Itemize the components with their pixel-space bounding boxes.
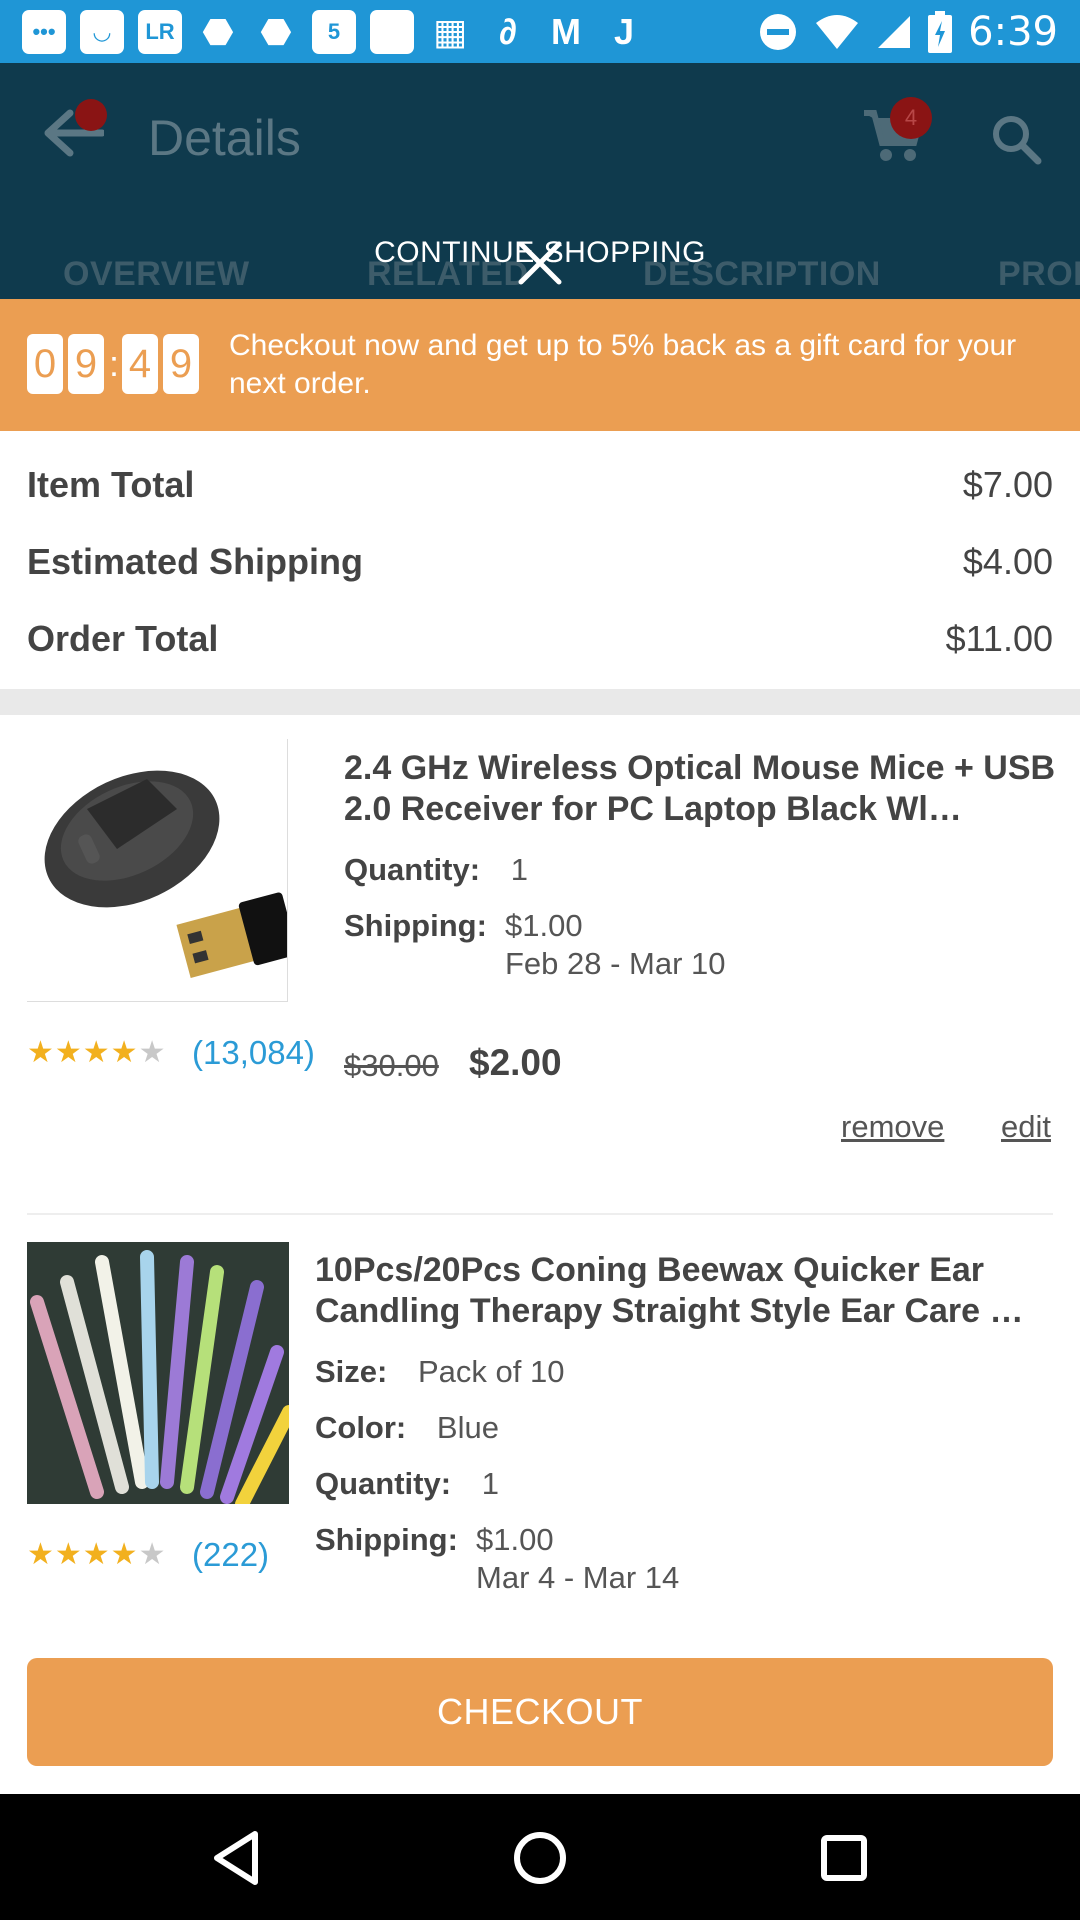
timer-digit: 0 xyxy=(27,334,63,394)
nav-back-icon[interactable] xyxy=(205,1826,269,1890)
shipping-dates: Feb 28 - Mar 10 xyxy=(505,946,726,981)
promo-text: Checkout now and get up to 5% back as a … xyxy=(229,329,1017,400)
quantity-label: Quantity: xyxy=(344,852,481,887)
shipping-dates: Mar 4 - Mar 14 xyxy=(476,1560,680,1595)
rating-stars: ★★★★★ xyxy=(27,1036,167,1069)
summary-label: Item Total xyxy=(27,464,195,505)
color-row: Color: Blue xyxy=(315,1410,499,1446)
do-not-disturb-icon xyxy=(760,13,797,50)
timer-digit: 4 xyxy=(122,334,158,394)
size-value: Pack of 10 xyxy=(417,1354,565,1389)
sale-price: $2.00 xyxy=(469,1042,562,1083)
summary-label: Order Total xyxy=(27,618,219,659)
summary-value: $11.00 xyxy=(945,618,1053,659)
timer-digit: 9 xyxy=(68,334,104,394)
summary-value: $7.00 xyxy=(962,464,1053,505)
quantity-label: Quantity: xyxy=(315,1466,452,1501)
original-price: $30.00 xyxy=(344,1048,439,1083)
nav-recents-icon[interactable] xyxy=(812,1826,876,1890)
promo-banner: 0 9 : 4 9 Checkout now and get up to 5% … xyxy=(0,299,1080,431)
product-image-ear-candles[interactable] xyxy=(27,1242,289,1504)
product-title[interactable]: 10Pcs/20Pcs Coning Beewax Quicker Ear Ca… xyxy=(315,1250,1056,1332)
edit-button[interactable]: edit xyxy=(1001,1109,1051,1145)
nav-home-icon[interactable] xyxy=(508,1826,572,1890)
shipping-row: Shipping: xyxy=(315,1522,458,1558)
summary-label: Estimated Shipping xyxy=(27,541,364,582)
size-row: Size: Pack of 10 xyxy=(315,1354,564,1390)
rating-stars: ★★★★★ xyxy=(27,1538,167,1571)
checkout-button[interactable]: CHECKOUT xyxy=(27,1658,1053,1766)
timer-digit: 9 xyxy=(163,334,199,394)
shipping-label: Shipping: xyxy=(344,908,487,943)
wifi-icon xyxy=(816,14,859,49)
more-notifications-icon: ••• xyxy=(22,9,66,54)
system-nav-bar xyxy=(0,1794,1080,1920)
status-bar: ••• ◡ LR ⬣ ⬣ 5 ▦ ∂ M J 6:39 xyxy=(0,0,1080,63)
drive-icon-2: ⬣ xyxy=(260,10,292,52)
link-app-icon: ∂ xyxy=(499,10,517,52)
drive-icon: ⬣ xyxy=(202,10,234,52)
battery-icon xyxy=(928,10,953,53)
blank-app-icon xyxy=(370,9,414,54)
signal-icon xyxy=(878,15,911,48)
color-value: Blue xyxy=(436,1410,499,1445)
mouse-image-icon xyxy=(44,770,287,978)
lr-app-icon: LR xyxy=(138,9,182,54)
shipping-row: Shipping: xyxy=(344,908,487,944)
j-app-icon: J xyxy=(613,10,635,52)
product-image-mouse[interactable] xyxy=(27,739,288,1002)
search-icon[interactable] xyxy=(990,113,1042,165)
grid-app-icon: ▦ xyxy=(432,10,467,52)
color-label: Color: xyxy=(315,1410,407,1445)
continue-shopping-button[interactable]: CONTINUE SHOPPING xyxy=(0,236,1080,270)
section-divider xyxy=(0,689,1080,715)
size-label: Size: xyxy=(315,1354,388,1389)
notification-dot xyxy=(75,99,107,131)
shipping-price: $1.00 xyxy=(505,908,583,943)
clock: 6:39 xyxy=(968,8,1058,55)
page-title: Details xyxy=(148,110,301,166)
ear-candles-image-icon xyxy=(27,1242,289,1504)
summary-value: $4.00 xyxy=(962,541,1053,582)
countdown-timer: 0 9 : 4 9 xyxy=(27,334,199,394)
quantity-value: 1 xyxy=(481,1466,499,1501)
smile-app-icon: ◡ xyxy=(80,9,124,54)
shipping-label: Shipping: xyxy=(315,1522,458,1557)
summary-row-item-total: Item Total $7.00 xyxy=(27,464,1053,514)
quantity-value: 1 xyxy=(510,852,528,887)
review-count[interactable]: (222) xyxy=(192,1536,269,1574)
shipping-price: $1.00 xyxy=(476,1522,554,1557)
summary-row-order-total: Order Total $11.00 xyxy=(27,618,1053,668)
order-summary: Item Total $7.00 Estimated Shipping $4.0… xyxy=(0,431,1080,689)
remove-button[interactable]: remove xyxy=(841,1109,944,1145)
review-count[interactable]: (13,084) xyxy=(192,1034,315,1072)
summary-row-shipping: Estimated Shipping $4.00 xyxy=(27,541,1053,591)
item-divider xyxy=(27,1213,1053,1215)
five-app-icon: 5 xyxy=(312,9,356,54)
timer-colon: : xyxy=(109,343,120,384)
quantity-row: Quantity: 1 xyxy=(344,852,528,888)
m-app-icon: M xyxy=(551,10,581,52)
quantity-row: Quantity: 1 xyxy=(315,1466,499,1502)
cart-count-badge: 4 xyxy=(890,97,932,139)
product-title[interactable]: 2.4 GHz Wireless Optical Mouse Mice + US… xyxy=(344,748,1056,830)
